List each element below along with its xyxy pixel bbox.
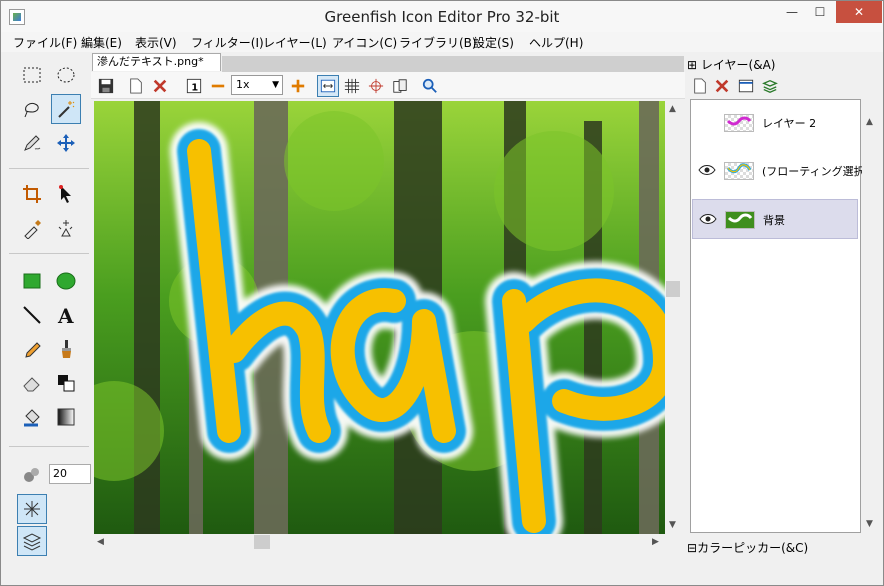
color-picker-panel-title: カラーピッカー(&C) — [697, 541, 809, 555]
zoom-in-icon[interactable] — [287, 75, 309, 97]
scroll-down-icon[interactable]: ▼ — [669, 520, 676, 530]
brush-icon[interactable] — [51, 334, 81, 364]
scroll-up-icon[interactable]: ▲ — [669, 104, 676, 114]
layer-list: レイヤー 2 (フローティング選択) 背景 — [690, 99, 869, 533]
eyedropper-icon[interactable] — [17, 213, 47, 243]
scroll-down-icon[interactable]: ▼ — [866, 519, 873, 529]
save-icon[interactable] — [95, 75, 117, 97]
canvas-vertical-scrollbar[interactable]: ▲ ▼ — [665, 101, 682, 534]
menu-view[interactable]: 表示(V) — [135, 34, 177, 51]
layer-name: レイヤー 2 — [762, 117, 817, 130]
magnifier-icon[interactable] — [419, 75, 441, 97]
canvas-image — [94, 101, 665, 534]
delete-icon[interactable] — [149, 75, 171, 97]
layer-row[interactable]: レイヤー 2 — [692, 103, 858, 143]
pencil-icon[interactable] — [17, 128, 47, 158]
layer-name: (フローティング選択) — [762, 165, 869, 178]
horizontal-scroll-thumb[interactable] — [254, 535, 270, 549]
actual-size-icon[interactable]: 1 — [183, 75, 205, 97]
vertical-scroll-thumb[interactable] — [666, 281, 680, 297]
magic-wand-icon[interactable] — [51, 94, 81, 124]
pointer-icon[interactable] — [51, 179, 81, 209]
menu-file[interactable]: ファイル(F) — [13, 34, 77, 51]
tab-strip — [222, 56, 684, 72]
eye-icon[interactable] — [699, 213, 717, 225]
rectangle-select-icon[interactable] — [17, 60, 47, 90]
zoom-select[interactable]: 1x ▼ — [231, 75, 283, 95]
collapse-icon[interactable]: ⊟ — [687, 541, 697, 555]
ellipse-select-icon[interactable] — [51, 60, 81, 90]
text-icon[interactable]: A — [51, 300, 81, 330]
new-page-icon[interactable] — [125, 75, 147, 97]
brush-size-input[interactable]: 20 — [49, 464, 91, 484]
layer-name: 背景 — [763, 214, 785, 227]
eraser-icon[interactable] — [17, 368, 47, 398]
document-toolbar: 1 1x ▼ — [91, 72, 685, 99]
layer-list-scrollbar[interactable]: ▲ ▼ — [862, 99, 878, 533]
toolbox-separator — [9, 168, 89, 169]
zoom-value: 1x — [236, 78, 250, 91]
color-picker-panel-header[interactable]: ⊟カラーピッカー(&C) — [687, 539, 808, 556]
menu-edit[interactable]: 編集(E) — [81, 34, 122, 51]
canvas-horizontal-scrollbar[interactable]: ◀ ▶ — [94, 534, 665, 551]
layers-panel-header[interactable]: ⊞ レイヤー(&A) — [687, 56, 775, 73]
eye-icon[interactable] — [698, 164, 716, 176]
crop-icon[interactable] — [17, 179, 47, 209]
color-swap-icon[interactable] — [51, 368, 81, 398]
layers-panel-title: レイヤー(&A) — [700, 58, 776, 72]
menu-layer[interactable]: レイヤー(L) — [263, 34, 327, 51]
lasso-icon[interactable] — [17, 94, 47, 124]
svg-text:A: A — [57, 304, 74, 326]
layer-thumbnail — [724, 114, 754, 132]
layer-row[interactable]: (フローティング選択) — [692, 151, 869, 191]
brush-size-icon — [17, 459, 47, 489]
merge-layers-icon[interactable] — [759, 75, 781, 97]
zoom-out-icon[interactable] — [207, 75, 229, 97]
fit-width-icon[interactable] — [317, 75, 339, 97]
layer-toolbar — [689, 75, 789, 97]
rectangle-icon[interactable] — [17, 266, 47, 296]
svg-text:1: 1 — [191, 82, 198, 93]
grid-icon[interactable] — [341, 75, 363, 97]
window-title: Greenfish Icon Editor Pro 32-bit — [324, 8, 560, 26]
minimize-button[interactable]: — — [778, 1, 806, 23]
toolbox-separator — [9, 253, 89, 254]
menu-help[interactable]: ヘルプ(H) — [529, 34, 583, 51]
antialias-toggle-icon[interactable] — [17, 494, 47, 524]
menu-settings[interactable]: 設定(S) — [473, 34, 514, 51]
paint-bucket-icon[interactable] — [17, 402, 47, 432]
title-bar[interactable]: Greenfish Icon Editor Pro 32-bit — ☐ ✕ — [1, 1, 883, 32]
menu-icon[interactable]: アイコン(C) — [332, 34, 397, 51]
ellipse-icon[interactable] — [51, 266, 81, 296]
pen-icon[interactable] — [17, 334, 47, 364]
toolbox: A 20 — [9, 54, 91, 556]
tile-view-icon[interactable] — [389, 75, 411, 97]
app-window: Greenfish Icon Editor Pro 32-bit — ☐ ✕ フ… — [0, 0, 884, 586]
menu-bar: ファイル(F) 編集(E) 表示(V) フィルター(I) レイヤー(L) アイコ… — [1, 32, 883, 52]
menu-library[interactable]: ライブラリ(B) — [399, 34, 477, 51]
close-button[interactable]: ✕ — [836, 1, 882, 23]
layer-properties-icon[interactable] — [735, 75, 757, 97]
sparkle-fill-icon[interactable] — [51, 213, 81, 243]
new-layer-icon[interactable] — [689, 75, 711, 97]
move-icon[interactable] — [51, 128, 81, 158]
scroll-right-icon[interactable]: ▶ — [652, 537, 659, 547]
document-tab[interactable]: 滲んだテキスト.png* — [92, 53, 221, 71]
maximize-button[interactable]: ☐ — [806, 1, 834, 23]
menu-filter[interactable]: フィルター(I) — [191, 34, 264, 51]
layer-blend-toggle-icon[interactable] — [17, 526, 47, 556]
layer-row-selected[interactable]: 背景 — [692, 199, 858, 239]
toolbox-separator — [9, 446, 89, 447]
crosshair-icon[interactable] — [365, 75, 387, 97]
line-icon[interactable] — [17, 300, 47, 330]
layer-thumbnail — [725, 211, 755, 229]
scroll-left-icon[interactable]: ◀ — [97, 537, 104, 547]
image-canvas[interactable] — [94, 101, 665, 534]
layer-thumbnail — [724, 162, 754, 180]
gradient-icon[interactable] — [51, 402, 81, 432]
chevron-down-icon: ▼ — [272, 80, 279, 90]
delete-layer-icon[interactable] — [711, 75, 733, 97]
collapse-icon[interactable]: ⊞ — [687, 58, 697, 72]
scroll-up-icon[interactable]: ▲ — [866, 117, 873, 127]
